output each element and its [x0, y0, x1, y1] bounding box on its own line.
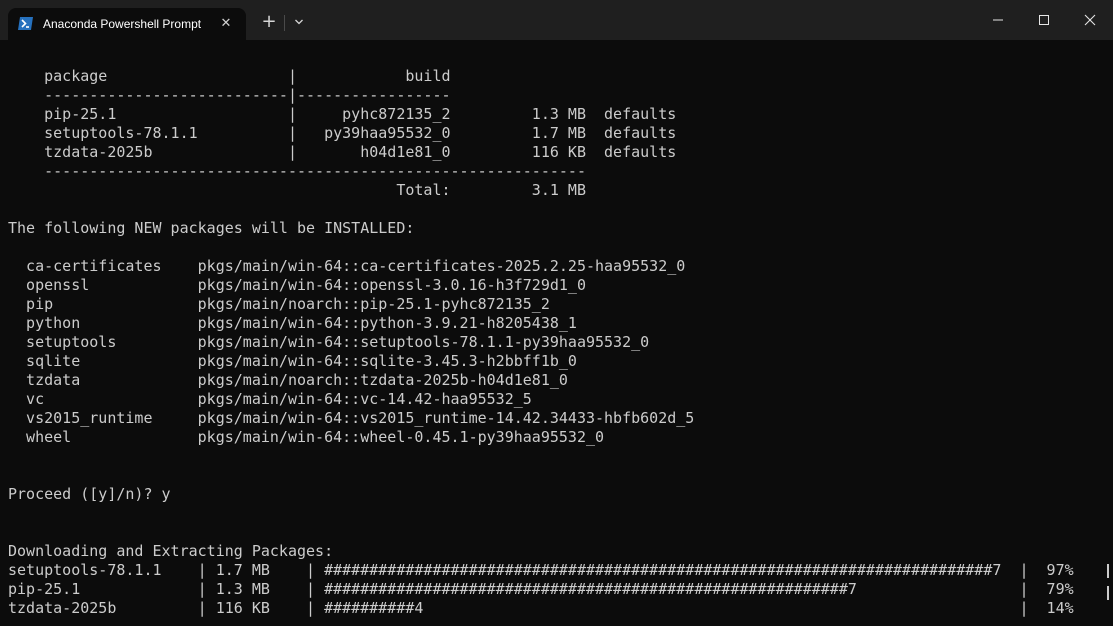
- install-item: setuptools pkgs/main/win-64::setuptools-…: [8, 333, 650, 351]
- download-header: Downloading and Extracting Packages:: [8, 542, 334, 560]
- package-table-rule: ---------------------------|------------…: [8, 86, 451, 104]
- install-item: tzdata pkgs/main/noarch::tzdata-2025b-h0…: [8, 371, 568, 389]
- install-item: vs2015_runtime pkgs/main/win-64::vs2015_…: [8, 409, 695, 427]
- maximize-button[interactable]: [1021, 0, 1067, 40]
- minimize-button[interactable]: [975, 0, 1021, 40]
- terminal-window: Anaconda Powershell Prompt ✕ + package |…: [0, 0, 1113, 626]
- close-icon: [1084, 14, 1096, 26]
- title-bar[interactable]: Anaconda Powershell Prompt ✕ +: [0, 0, 1113, 40]
- maximize-icon: [1039, 15, 1049, 25]
- titlebar-divider: [284, 15, 285, 31]
- text-cursor: [1107, 564, 1109, 578]
- powershell-icon: [18, 17, 33, 30]
- tab-dropdown-button[interactable]: [289, 10, 309, 34]
- package-total: Total: 3.1 MB: [8, 181, 586, 199]
- download-progress-line: pip-25.1 | 1.3 MB | ####################…: [8, 580, 1074, 598]
- install-item: pip pkgs/main/noarch::pip-25.1-pyhc87213…: [8, 295, 550, 313]
- install-item: sqlite pkgs/main/win-64::sqlite-3.45.3-h…: [8, 352, 577, 370]
- package-row: setuptools-78.1.1 | py39haa95532_0 1.7 M…: [8, 124, 677, 142]
- install-item: ca-certificates pkgs/main/win-64::ca-cer…: [8, 257, 686, 275]
- proceed-prompt: Proceed ([y]/n)? y: [8, 485, 171, 503]
- new-tab-button[interactable]: +: [258, 10, 280, 34]
- chevron-down-icon: [295, 19, 303, 25]
- tab-title: Anaconda Powershell Prompt: [43, 17, 202, 31]
- text-cursor: [1107, 586, 1109, 600]
- install-item: python pkgs/main/win-64::python-3.9.21-h…: [8, 314, 577, 332]
- package-row: tzdata-2025b | h04d1e81_0 116 KB default…: [8, 143, 677, 161]
- install-item: wheel pkgs/main/win-64::wheel-0.45.1-py3…: [8, 428, 605, 446]
- package-row: pip-25.1 | pyhc872135_2 1.3 MB defaults: [8, 105, 677, 123]
- tab-anaconda-prompt[interactable]: Anaconda Powershell Prompt ✕: [8, 8, 246, 40]
- download-progress-line: tzdata-2025b | 116 KB | ##########4 | 14…: [8, 599, 1074, 617]
- download-progress-line: setuptools-78.1.1 | 1.7 MB | ###########…: [8, 561, 1074, 579]
- package-total-rule: ----------------------------------------…: [8, 162, 586, 180]
- install-item: vc pkgs/main/win-64::vc-14.42-haa95532_5: [8, 390, 532, 408]
- terminal-output[interactable]: package | build ------------------------…: [0, 40, 1113, 626]
- minimize-icon: [993, 19, 1003, 21]
- install-header: The following NEW packages will be INSTA…: [8, 219, 415, 237]
- close-window-button[interactable]: [1067, 0, 1113, 40]
- package-table-header: package | build: [8, 67, 451, 85]
- close-tab-icon[interactable]: ✕: [216, 14, 236, 34]
- install-item: openssl pkgs/main/win-64::openssl-3.0.16…: [8, 276, 586, 294]
